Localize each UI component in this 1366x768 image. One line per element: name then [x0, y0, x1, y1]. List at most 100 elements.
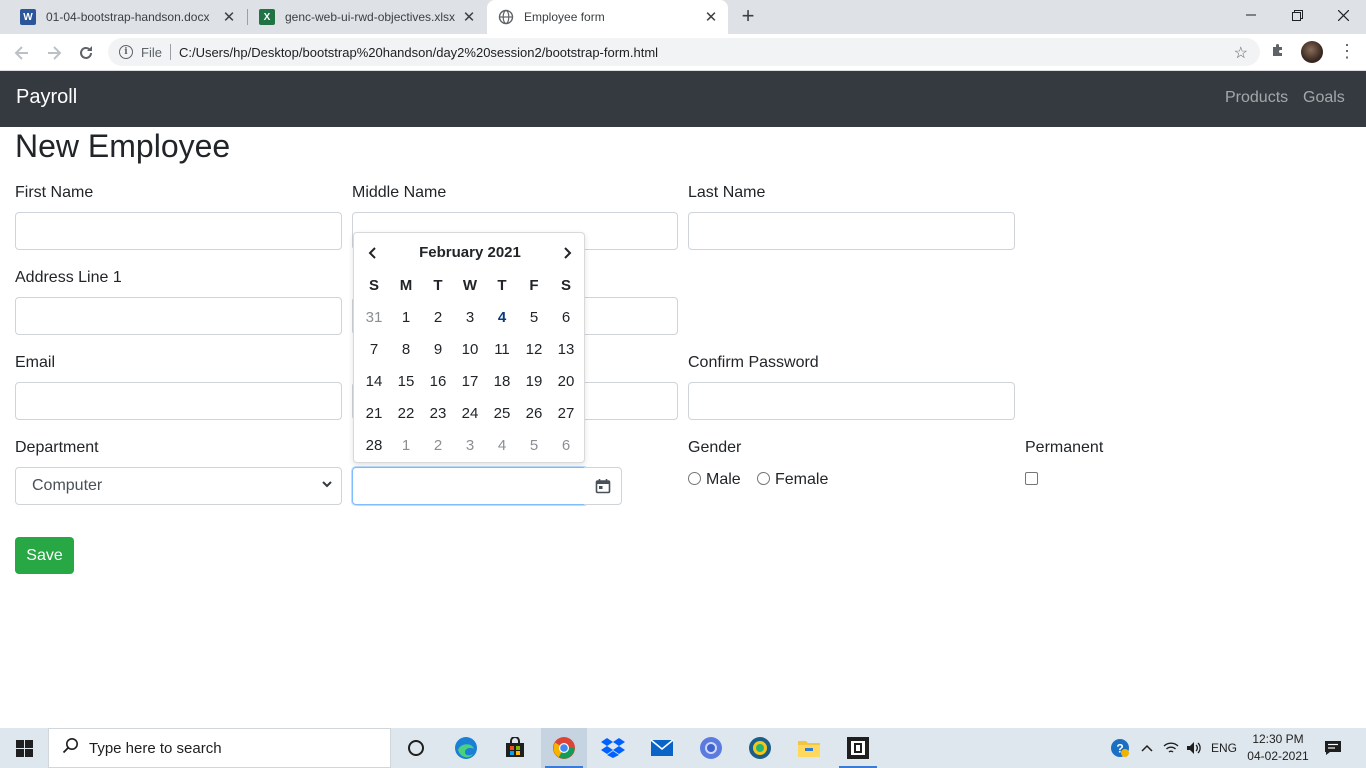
- gender-female-radio[interactable]: [757, 472, 770, 485]
- weekday-label: M: [399, 276, 413, 294]
- gender-male-radio[interactable]: [688, 472, 701, 485]
- back-arrow-icon[interactable]: [10, 41, 34, 65]
- profile-avatar[interactable]: [1301, 41, 1323, 63]
- forward-arrow-icon[interactable]: [42, 41, 66, 65]
- gender-male-label[interactable]: Male: [706, 471, 741, 489]
- day-cell[interactable]: 21: [358, 397, 390, 429]
- day-cell[interactable]: 2: [422, 301, 454, 333]
- day-cell[interactable]: 6: [550, 301, 582, 333]
- edge-dev-icon[interactable]: [737, 728, 783, 768]
- extensions-puzzle-icon[interactable]: [1270, 42, 1286, 63]
- last-name-input[interactable]: [688, 212, 1015, 250]
- day-cell[interactable]: 14: [358, 365, 390, 397]
- day-cell[interactable]: 31: [358, 301, 390, 333]
- taskbar-search-box[interactable]: Type here to search: [48, 728, 391, 768]
- nav-link-goals[interactable]: Goals: [1303, 89, 1345, 107]
- day-cell[interactable]: 13: [550, 333, 582, 365]
- day-cell[interactable]: 25: [486, 397, 518, 429]
- confirm-password-input[interactable]: [688, 382, 1015, 420]
- day-cell[interactable]: 5: [518, 301, 550, 333]
- day-cell[interactable]: 5: [518, 429, 550, 461]
- day-cell-today[interactable]: 4: [486, 301, 518, 333]
- windows-start-icon[interactable]: [0, 728, 48, 768]
- first-name-input[interactable]: [15, 212, 342, 250]
- minimize-icon[interactable]: [1228, 0, 1274, 30]
- reload-icon[interactable]: [74, 41, 98, 65]
- tab-excel[interactable]: X genc-web-ui-rwd-objectives.xlsx ✕: [248, 0, 486, 34]
- gender-label: Gender: [688, 439, 742, 456]
- tab-employee-form[interactable]: Employee form ✕: [487, 0, 728, 34]
- day-cell[interactable]: 20: [550, 365, 582, 397]
- notifications-icon[interactable]: [1320, 728, 1346, 768]
- wifi-icon[interactable]: [1161, 728, 1181, 768]
- info-icon[interactable]: i: [119, 45, 133, 59]
- help-icon[interactable]: ?: [1108, 728, 1132, 768]
- gender-female-label[interactable]: Female: [775, 471, 828, 489]
- day-cell[interactable]: 27: [550, 397, 582, 429]
- system-clock[interactable]: 12:30 PM 04-02-2021: [1240, 731, 1316, 765]
- day-cell[interactable]: 3: [454, 301, 486, 333]
- close-icon[interactable]: ✕: [702, 8, 720, 26]
- nav-link-products[interactable]: Products: [1225, 89, 1288, 107]
- bookmark-star-icon[interactable]: ☆: [1234, 43, 1248, 63]
- app-icon[interactable]: [835, 728, 881, 768]
- email-input[interactable]: [15, 382, 342, 420]
- department-select[interactable]: Computer: [15, 467, 342, 505]
- day-cell[interactable]: 9: [422, 333, 454, 365]
- chrome-profile-icon[interactable]: [688, 728, 734, 768]
- volume-icon[interactable]: [1184, 728, 1204, 768]
- language-indicator[interactable]: ENG: [1208, 728, 1240, 768]
- day-cell[interactable]: 15: [390, 365, 422, 397]
- new-tab-button[interactable]: +: [736, 5, 760, 29]
- first-name-label: First Name: [15, 184, 94, 201]
- date-input[interactable]: [352, 467, 585, 505]
- day-cell[interactable]: 18: [486, 365, 518, 397]
- url-text[interactable]: C:/Users/hp/Desktop/bootstrap%20handson/…: [179, 45, 658, 60]
- day-cell[interactable]: 6: [550, 429, 582, 461]
- file-explorer-icon[interactable]: [786, 728, 832, 768]
- cortana-icon[interactable]: [393, 728, 439, 768]
- permanent-checkbox[interactable]: [1025, 472, 1038, 485]
- day-cell[interactable]: 3: [454, 429, 486, 461]
- edge-icon[interactable]: [443, 728, 489, 768]
- day-cell[interactable]: 19: [518, 365, 550, 397]
- day-cell[interactable]: 7: [358, 333, 390, 365]
- day-cell[interactable]: 17: [454, 365, 486, 397]
- day-cell[interactable]: 16: [422, 365, 454, 397]
- tab-title: 01-04-bootstrap-handson.docx: [46, 10, 210, 24]
- chrome-icon[interactable]: [541, 728, 587, 768]
- more-menu-icon[interactable]: ⋮: [1337, 40, 1357, 62]
- day-cell[interactable]: 28: [358, 429, 390, 461]
- day-cell[interactable]: 22: [390, 397, 422, 429]
- day-cell[interactable]: 24: [454, 397, 486, 429]
- address-bar[interactable]: i File C:/Users/hp/Desktop/bootstrap%20h…: [108, 38, 1260, 66]
- day-cell[interactable]: 23: [422, 397, 454, 429]
- day-cell[interactable]: 1: [390, 429, 422, 461]
- page-navbar: Payroll Products Goals: [0, 71, 1366, 127]
- day-cell[interactable]: 8: [390, 333, 422, 365]
- chevron-right-icon[interactable]: [557, 243, 577, 263]
- close-icon[interactable]: ✕: [220, 8, 238, 26]
- day-cell[interactable]: 1: [390, 301, 422, 333]
- tray-chevron-up-icon[interactable]: [1137, 728, 1157, 768]
- day-cell[interactable]: 4: [486, 429, 518, 461]
- day-cell[interactable]: 10: [454, 333, 486, 365]
- permanent-label: Permanent: [1025, 439, 1104, 456]
- close-window-icon[interactable]: [1320, 0, 1366, 30]
- day-cell[interactable]: 26: [518, 397, 550, 429]
- day-cell[interactable]: 12: [518, 333, 550, 365]
- calendar-icon[interactable]: [584, 467, 622, 505]
- close-icon[interactable]: ✕: [460, 8, 478, 26]
- tab-word-doc[interactable]: W 01-04-bootstrap-handson.docx ✕: [0, 0, 246, 34]
- datepicker-month-label[interactable]: February 2021: [354, 244, 586, 261]
- navbar-brand[interactable]: Payroll: [16, 86, 77, 109]
- dropbox-icon[interactable]: [590, 728, 636, 768]
- weekday-label: W: [462, 276, 478, 294]
- mail-icon[interactable]: [639, 728, 685, 768]
- save-button[interactable]: Save: [15, 537, 74, 574]
- day-cell[interactable]: 11: [486, 333, 518, 365]
- address-line1-input[interactable]: [15, 297, 342, 335]
- day-cell[interactable]: 2: [422, 429, 454, 461]
- store-icon[interactable]: [492, 728, 538, 768]
- restore-icon[interactable]: [1274, 0, 1320, 30]
